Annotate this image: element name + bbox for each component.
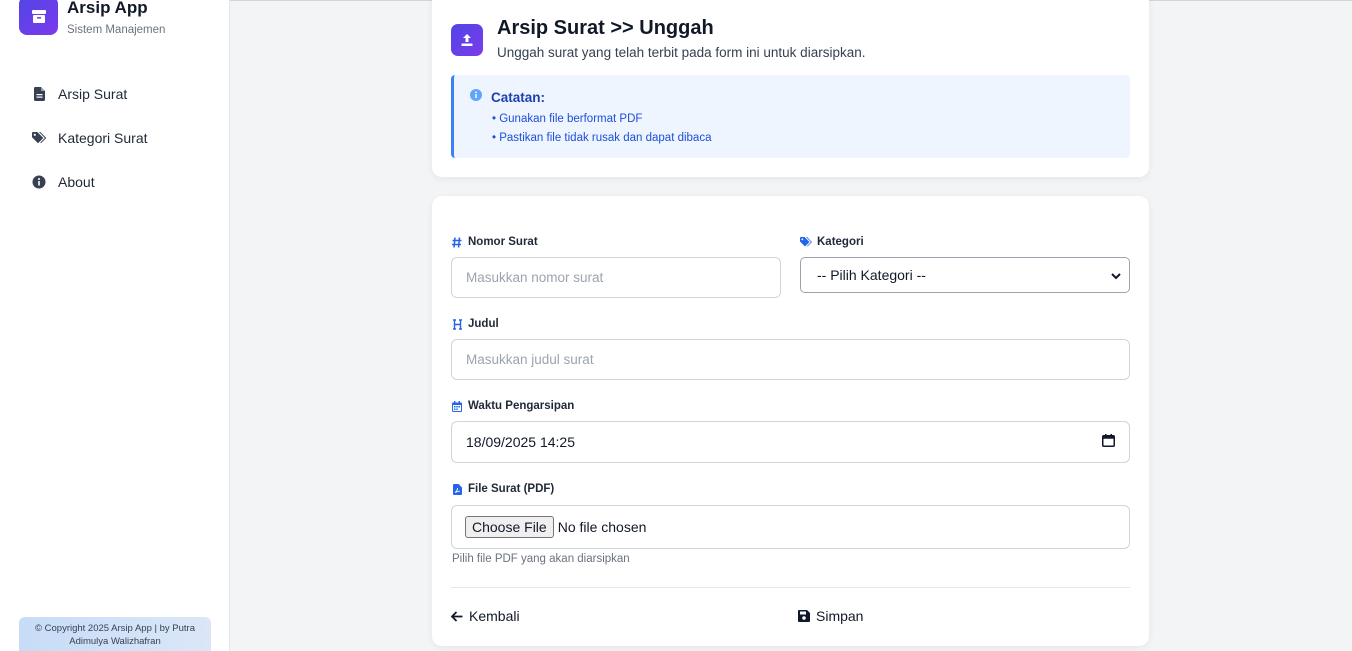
hashtag-icon [451, 236, 463, 248]
upload-icon [451, 24, 483, 56]
file-icon [31, 87, 47, 101]
nomor-surat-input[interactable] [451, 257, 781, 298]
sidebar-item-label: Arsip Surat [58, 86, 128, 102]
note-title: Catatan: [491, 90, 546, 105]
copyright-footer: © Copyright 2025 Arsip App | by Putra Ad… [19, 617, 211, 651]
sidebar-item-label: About [58, 174, 95, 190]
waktu-value: 18/09/2025 14:25 [466, 434, 575, 450]
page-header-card: Arsip Surat >> Unggah Unggah surat yang … [432, 0, 1149, 177]
file-status: No file chosen [557, 519, 647, 535]
kategori-selected-value: -- Pilih Kategori -- [817, 267, 926, 283]
save-button-label: Simpan [816, 608, 864, 624]
tag-icon [800, 237, 812, 247]
info-note: Catatan: • Gunakan file berformat PDF • … [451, 75, 1130, 158]
form-divider [451, 587, 1130, 588]
save-icon [798, 610, 810, 622]
waktu-datetime-input[interactable]: 18/09/2025 14:25 [451, 421, 1130, 463]
file-help-text: Pilih file PDF yang akan diarsipkan [452, 553, 630, 565]
page-subtitle: Unggah surat yang telah terbit pada form… [497, 45, 866, 60]
note-item: • Gunakan file berformat PDF [492, 113, 643, 125]
sidebar: Arsip App Sistem Manajemen Arsip Surat K… [0, 0, 230, 651]
judul-label: Judul [451, 318, 499, 330]
page-title: Arsip Surat >> Unggah [497, 17, 714, 39]
brand-title: Arsip App [67, 0, 148, 17]
choose-file-button[interactable]: Choose File [465, 516, 554, 538]
kategori-select[interactable]: -- Pilih Kategori -- [800, 257, 1130, 293]
calendar-icon [451, 400, 463, 412]
info-icon [31, 175, 47, 189]
file-surat-label: File Surat (PDF) [451, 483, 554, 495]
info-circle-icon [470, 88, 482, 106]
heading-icon [451, 318, 463, 330]
file-surat-input[interactable]: Choose File No file chosen [451, 505, 1130, 549]
note-list: • Gunakan file berformat PDF • Pastikan … [492, 110, 711, 148]
back-button[interactable]: Kembali [451, 608, 520, 624]
chevron-down-icon [1111, 267, 1121, 283]
note-item: • Pastikan file tidak rusak dan dapat di… [492, 132, 712, 144]
arrow-left-icon [451, 610, 463, 622]
save-button[interactable]: Simpan [798, 608, 863, 624]
file-pdf-icon [451, 483, 463, 495]
brand: Arsip App Sistem Manajemen [19, 0, 165, 36]
archive-icon [19, 0, 58, 35]
back-button-label: Kembali [469, 608, 520, 624]
waktu-label: Waktu Pengarsipan [451, 400, 574, 412]
brand-subtitle: Sistem Manajemen [67, 24, 166, 36]
nomor-surat-label: Nomor Surat [451, 236, 538, 248]
tags-icon [31, 131, 47, 145]
upload-form-card: Nomor Surat Kategori -- Pilih Kategori -… [432, 196, 1149, 646]
sidebar-item-arsip-surat[interactable]: Arsip Surat [0, 72, 229, 116]
calendar-picker-icon[interactable] [1102, 434, 1115, 450]
sidebar-item-about[interactable]: About [0, 160, 229, 204]
judul-input[interactable] [451, 339, 1130, 380]
sidebar-item-label: Kategori Surat [58, 130, 148, 146]
sidebar-item-kategori-surat[interactable]: Kategori Surat [0, 116, 229, 160]
sidebar-nav: Arsip Surat Kategori Surat About [0, 72, 229, 204]
kategori-label: Kategori [800, 236, 864, 248]
